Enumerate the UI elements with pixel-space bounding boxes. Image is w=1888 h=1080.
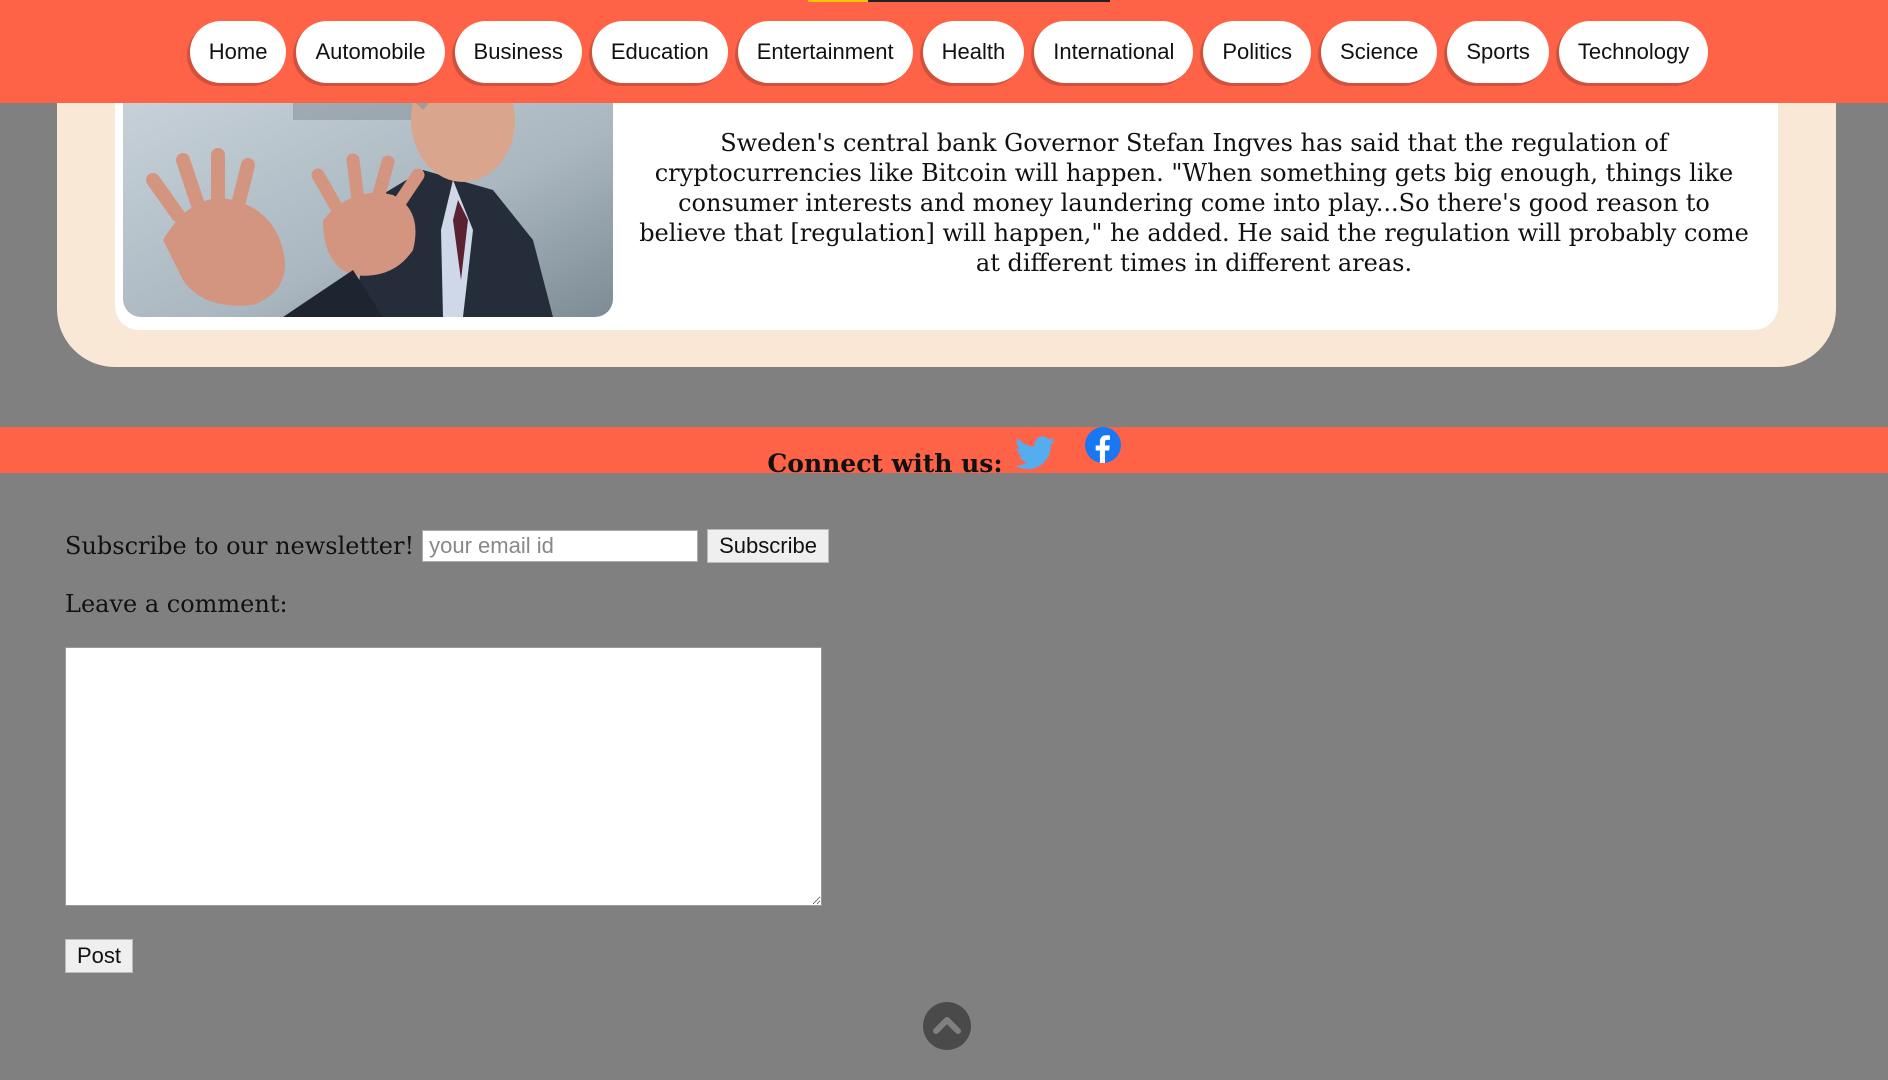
subscribe-button[interactable]: Subscribe [707,529,829,563]
post-button[interactable]: Post [65,939,134,973]
nav-item-home[interactable]: Home [189,20,287,83]
article-image [123,80,613,317]
nav-item-international[interactable]: International [1034,20,1194,83]
nav-item-politics[interactable]: Politics [1203,20,1312,83]
connect-bar: Connect with us: [0,427,1888,478]
nav-item-automobile[interactable]: Automobile [296,20,445,83]
newsletter-label: Subscribe to our newsletter! [65,532,415,560]
comment-label: Leave a comment: [65,590,288,618]
email-input[interactable] [422,530,699,562]
article-body: Sweden's central bank Governor Stefan In… [639,129,1749,277]
article-content: Sweden's central bank Governor Stefan In… [115,80,1778,330]
nav-item-education[interactable]: Education [591,20,728,83]
top-accent-strip [808,0,1110,2]
top-navbar: Home Automobile Business Education Enter… [0,0,1888,103]
nav-item-business[interactable]: Business [454,20,582,83]
nav-item-technology[interactable]: Technology [1558,20,1709,83]
nav-item-science[interactable]: Science [1321,20,1438,83]
nav-item-sports[interactable]: Sports [1447,20,1549,83]
facebook-icon[interactable] [1084,427,1121,463]
twitter-icon[interactable] [1014,435,1055,471]
nav-menu: Home Automobile Business Education Enter… [189,20,1709,83]
chevron-up-icon [932,1013,962,1039]
newsletter-form: Subscribe to our newsletter! Subscribe [65,529,829,563]
comment-textarea[interactable] [65,647,822,906]
scroll-to-top-button[interactable] [923,1002,971,1050]
social-links [1014,427,1121,471]
connect-label: Connect with us: [767,449,1003,478]
nav-item-entertainment[interactable]: Entertainment [737,20,913,83]
nav-item-health[interactable]: Health [922,20,1025,83]
